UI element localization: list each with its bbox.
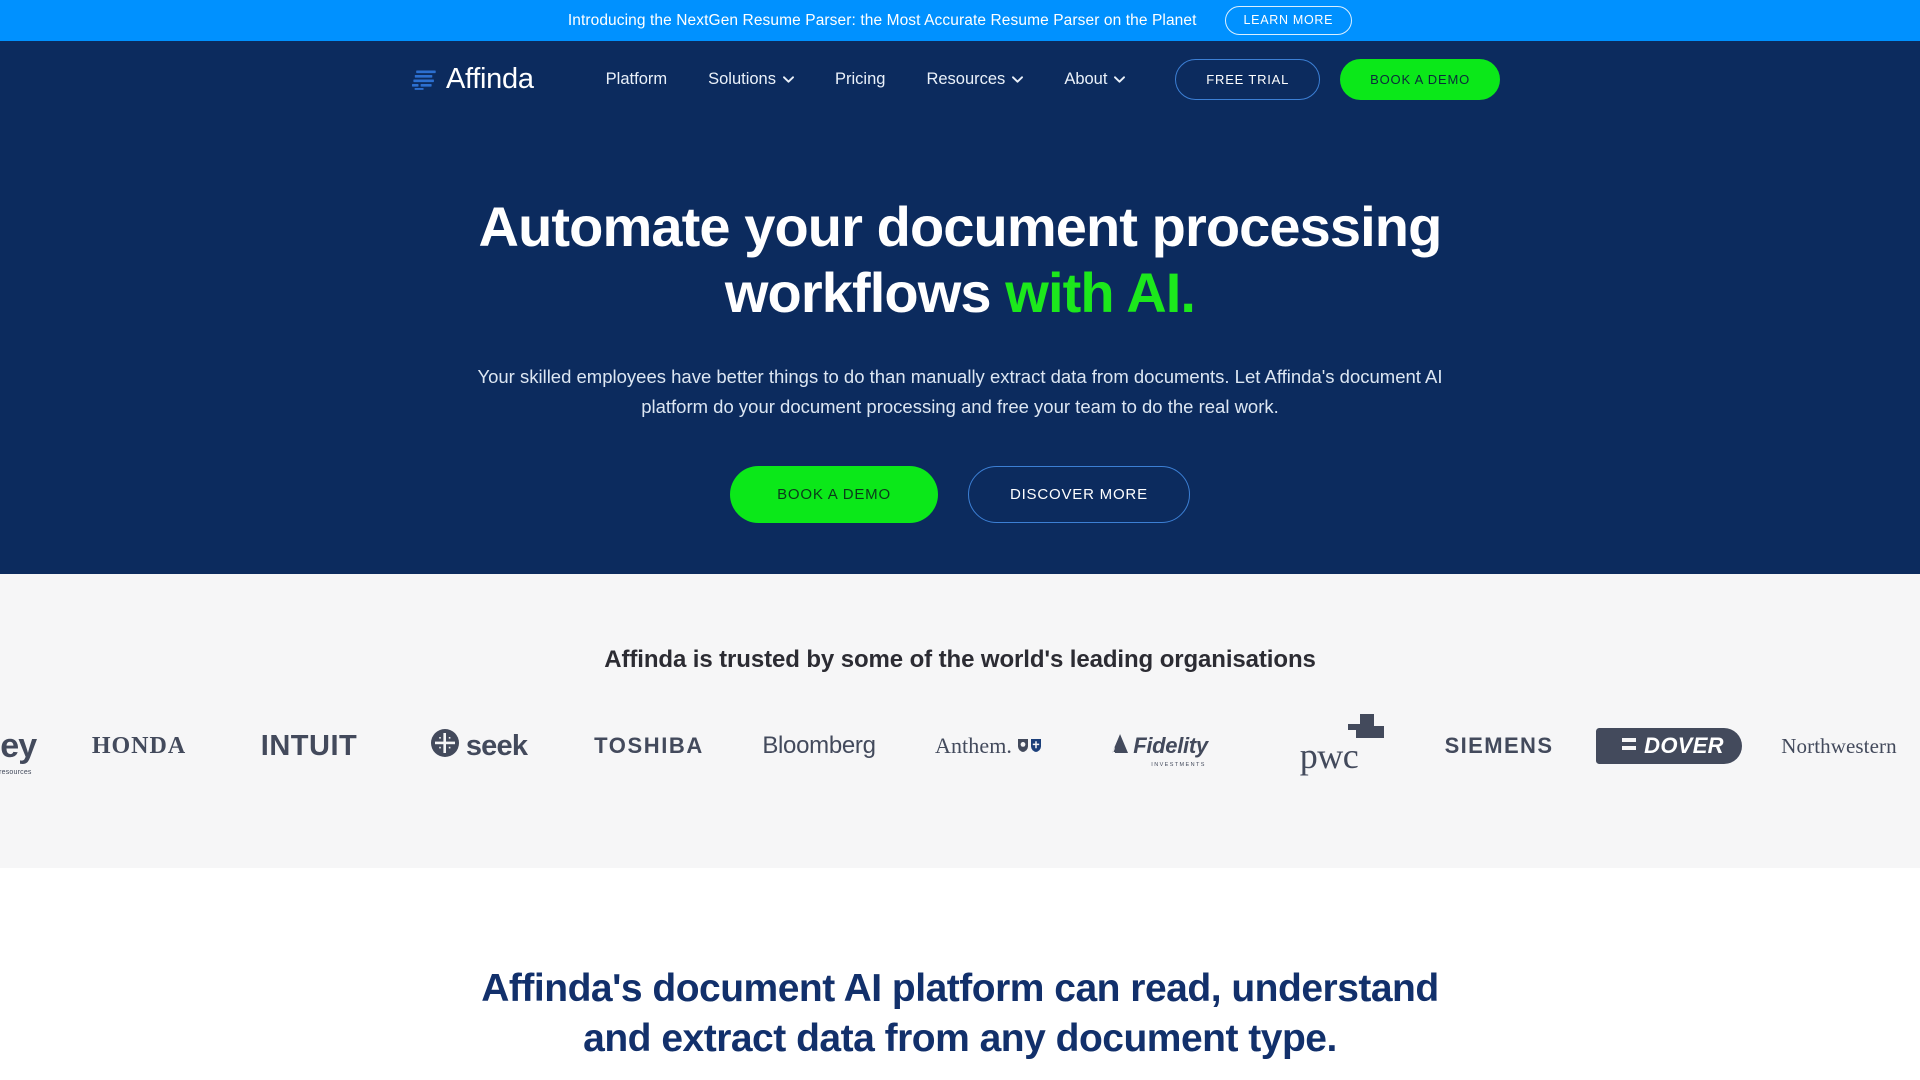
announcement-text: Introducing the NextGen Resume Parser: t… [567,11,1197,29]
client-logo-intuit: INTUIT [224,716,394,776]
anthem-shields-icon [1017,735,1043,757]
nav-item-solutions[interactable]: Solutions [708,70,794,89]
nav-item-pricing[interactable]: Pricing [835,70,885,89]
fidelity-pyramid-icon [1110,733,1130,759]
client-logo-toshiba: TOSHIBA [564,716,734,776]
client-logo-fidelity-sub: INVESTMENTS [1151,761,1206,768]
nav-cta-group: FREE TRIAL BOOK A DEMO [1175,59,1500,100]
hero-cta-group: BOOK A DEMO DISCOVER MORE [0,465,1920,523]
nav-item-pricing-label: Pricing [835,70,886,88]
main-navigation: Affinda Platform Solutions Pricing Resou… [0,41,1920,118]
chevron-down-icon [783,76,794,83]
hero-subtitle: Your skilled employees have better thing… [477,366,1443,417]
dover-bar-icon [1622,734,1637,758]
hero-book-demo-button[interactable]: BOOK A DEMO [730,465,938,523]
affinda-logo[interactable]: Affinda [412,65,534,94]
client-logo-dover-text: DOVER [1644,733,1724,758]
client-logo-worley: orley chemicals | resources [0,716,54,776]
trusted-by-title: Affinda is trusted by some of the world'… [604,646,1316,673]
platform-section: Affinda's document AI platform can read,… [0,868,1920,1080]
page-title: Automate your document processing workfl… [430,194,1490,325]
client-logo-northwestern: Northwestern [1754,716,1920,776]
client-logo-honda: HONDA [54,716,224,776]
trusted-by-section: Affinda is trusted by some of the world'… [0,574,1920,868]
hero-section: Affinda Platform Solutions Pricing Resou… [0,41,1920,574]
client-logo-siemens-text: SIEMENS [1444,733,1554,758]
client-logo-intuit-text: INTUIT [260,729,358,762]
client-logo-toshiba-text: TOSHIBA [594,733,704,758]
nav-item-resources[interactable]: Resources [926,70,1024,89]
affinda-logo-mark-icon [412,69,439,91]
client-logo-seek-text: seek [465,729,528,762]
nav-book-demo-button[interactable]: BOOK A DEMO [1340,59,1500,100]
hero-discover-more-button[interactable]: DISCOVER MORE [967,465,1190,523]
pwc-mark-icon [1334,712,1390,752]
client-logo-worley-sub: chemicals | resources [0,769,32,776]
client-logo-northwestern-text: Northwestern [1781,733,1897,758]
nav-item-about[interactable]: About [1064,70,1126,89]
client-logo-honda-text: HONDA [91,733,187,759]
nav-item-solutions-label: Solutions [708,70,776,88]
nav-item-platform[interactable]: Platform [606,70,667,89]
free-trial-button[interactable]: FREE TRIAL [1175,59,1321,100]
affinda-logo-text: Affinda [446,63,534,95]
hero-content: Automate your document processing workfl… [0,118,1920,523]
platform-section-title: Affinda's document AI platform can read,… [481,967,1439,1060]
client-logo-carousel[interactable]: orleychemicals | resources HONDA INTUIT … [0,714,1920,776]
chevron-down-icon [1114,76,1126,83]
client-logo-anthem-text: Anthem. [934,733,1013,758]
client-logo-seek: seek [394,716,564,776]
learn-more-button[interactable]: LEARN MORE [1224,6,1353,35]
nav-links: Platform Solutions Pricing Resources Abo… [606,70,1126,89]
client-logo-dover: DOVER [1584,716,1754,776]
nav-item-resources-label: Resources [926,70,1006,88]
nav-item-about-label: About [1064,70,1108,88]
announcement-banner: Introducing the NextGen Resume Parser: t… [0,0,1920,41]
client-logo-siemens: SIEMENS [1414,716,1584,776]
hero-title-main: Automate your document processing workfl… [478,195,1443,324]
client-logo-fidelity: Fidelity INVESTMENTS [1074,716,1244,776]
client-logo-worley-text: orley [0,727,37,765]
client-logo-bloomberg: Bloomberg [734,716,904,776]
chevron-down-icon [1012,76,1024,83]
seek-globe-icon [430,729,459,763]
nav-item-platform-label: Platform [605,70,668,88]
client-logo-pwc: pwc [1244,714,1414,776]
hero-title-accent: with AI. [1005,260,1196,324]
client-logo-anthem: Anthem. [904,716,1074,776]
client-logo-fidelity-text: Fidelity [1133,733,1208,758]
client-logo-bloomberg-text: Bloomberg [762,732,876,759]
